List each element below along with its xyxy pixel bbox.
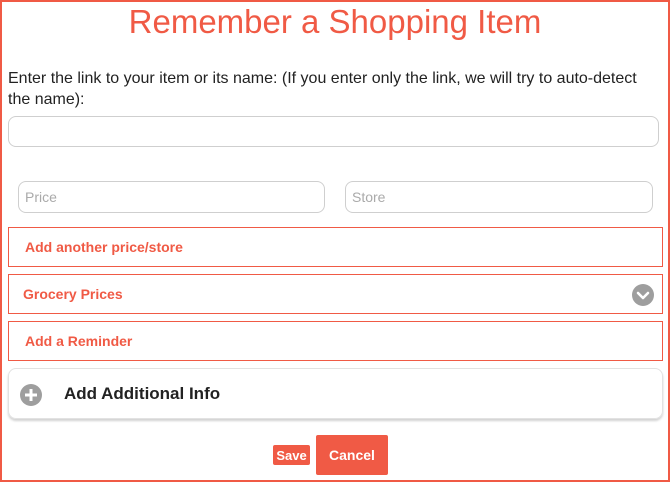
cancel-button[interactable]: Cancel: [316, 435, 388, 475]
add-price-store-button[interactable]: Add another price/store: [8, 227, 663, 267]
grocery-prices-label: Grocery Prices: [23, 286, 123, 302]
chevron-down-icon[interactable]: [632, 284, 654, 306]
page-title: Remember a Shopping Item: [128, 3, 542, 40]
modal-frame: Remember a Shopping Item Enter the link …: [0, 0, 670, 482]
save-button[interactable]: Save: [273, 445, 310, 465]
add-reminder-label: Add a Reminder: [25, 333, 133, 349]
item-link-input[interactable]: [8, 116, 659, 147]
additional-info-toggle[interactable]: Add Additional Info: [8, 368, 663, 419]
link-instruction: Enter the link to your item or its name:…: [8, 70, 637, 108]
price-input[interactable]: [18, 181, 325, 213]
store-input[interactable]: [345, 181, 653, 213]
additional-info-label: Add Additional Info: [64, 384, 221, 403]
add-reminder-button[interactable]: Add a Reminder: [8, 321, 663, 361]
add-price-store-label: Add another price/store: [25, 239, 183, 255]
plus-circle-icon[interactable]: [20, 384, 42, 406]
grocery-prices-toggle[interactable]: Grocery Prices: [8, 274, 663, 314]
